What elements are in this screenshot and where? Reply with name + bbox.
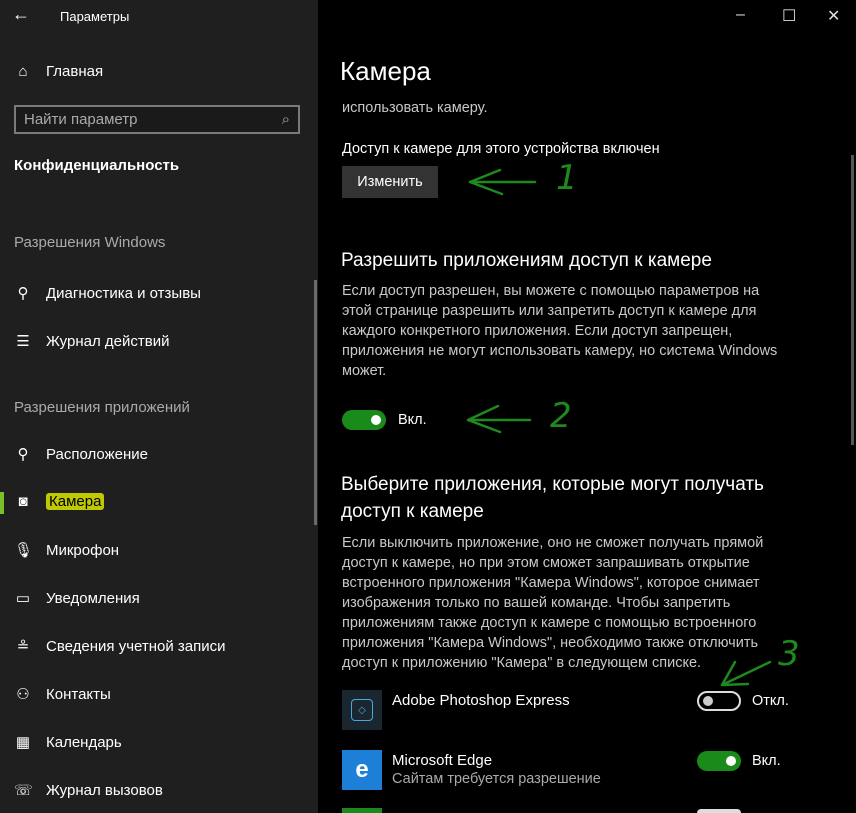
- sidebar-item-contacts[interactable]: ⚇ Контакты: [14, 685, 111, 704]
- search-icon: ⌕: [281, 111, 290, 128]
- app-subtext: Сайтам требуется разрешение: [392, 771, 601, 787]
- sidebar-item-camera[interactable]: ◙ Камера: [14, 493, 105, 510]
- sidebar-item-diagnostics[interactable]: ⚲ Диагностика и отзывы: [14, 284, 201, 303]
- microphone-icon: 🎙︎: [14, 542, 34, 559]
- feedback-icon: ⚲: [17, 285, 29, 302]
- allow-toggle-label: Вкл.: [398, 412, 427, 428]
- sidebar-item-activity[interactable]: ☰ Журнал действий: [14, 332, 170, 351]
- item-label: Диагностика и отзывы: [46, 284, 201, 302]
- item-label: Камера: [46, 493, 105, 510]
- app-name: Adobe Photoshop Express: [392, 692, 570, 709]
- sidebar-item-microphone[interactable]: 🎙︎ Микрофон: [14, 541, 120, 560]
- annotation-1: 1: [556, 158, 578, 198]
- sidebar-item-call-history[interactable]: ☏ Журнал вызовов: [14, 781, 163, 800]
- group-windows: Разрешения Windows: [14, 234, 166, 251]
- item-label: Журнал вызовов: [46, 781, 163, 799]
- allow-heading: Разрешить приложениям доступ к камере: [341, 250, 712, 271]
- photoshop-toggle[interactable]: [697, 691, 741, 711]
- annotation-3: 3: [778, 634, 800, 674]
- home-label: Главная: [46, 63, 104, 80]
- device-status: Доступ к камере для этого устройства вкл…: [342, 141, 660, 157]
- next-app-icon: [342, 808, 382, 813]
- edge-icon: e: [342, 750, 382, 790]
- item-label: Сведения учетной записи: [46, 637, 226, 655]
- item-label: Календарь: [46, 733, 122, 751]
- camera-icon: ◙: [18, 493, 28, 510]
- sidebar-home[interactable]: ⌂ Главная: [14, 63, 103, 80]
- page-title: Камера: [340, 56, 431, 86]
- item-label: Контакты: [46, 685, 111, 703]
- maximize-button[interactable]: ☐: [782, 6, 796, 26]
- search-placeholder: Найти параметр: [24, 111, 138, 128]
- next-app-toggle[interactable]: [697, 809, 741, 813]
- item-label: Микрофон: [46, 541, 120, 559]
- contacts-icon: ⚇: [16, 686, 30, 703]
- selection-indicator: [0, 492, 4, 514]
- account-info-icon: ≗: [16, 638, 30, 655]
- section-title: Конфиденциальность: [14, 157, 180, 174]
- allow-text: Если доступ разрешен, вы можете с помощь…: [342, 283, 778, 379]
- choose-heading: Выберите приложения, которые могут получ…: [341, 474, 764, 522]
- call-history-icon: ☏: [14, 782, 33, 799]
- photoshop-toggle-label: Откл.: [752, 693, 789, 709]
- activity-icon: ☰: [16, 333, 30, 350]
- sidebar-item-notifications[interactable]: ▭ Уведомления: [14, 589, 140, 608]
- sidebar-item-account-info[interactable]: ≗ Сведения учетной записи: [14, 637, 226, 656]
- minimize-button[interactable]: –: [736, 6, 745, 24]
- item-label: Уведомления: [46, 589, 140, 607]
- annotation-2: 2: [550, 396, 572, 436]
- sidebar-scrollbar[interactable]: [314, 280, 317, 525]
- calendar-icon: ▦: [15, 734, 31, 751]
- item-label: Журнал действий: [46, 332, 170, 350]
- group-apps: Разрешения приложений: [14, 399, 190, 416]
- choose-text: Если выключить приложение, оно не сможет…: [342, 535, 764, 671]
- change-button[interactable]: Изменить: [342, 166, 438, 198]
- search-input[interactable]: Найти параметр ⌕: [14, 105, 300, 134]
- window-title: Параметры: [60, 9, 130, 24]
- sidebar: ← Параметры ⌂ Главная Найти параметр ⌕ Кон…: [0, 0, 318, 813]
- home-icon: ⌂: [18, 63, 28, 80]
- edge-toggle[interactable]: [697, 751, 741, 771]
- app-name: Microsoft Edge: [392, 752, 493, 769]
- location-icon: ⚲: [17, 446, 29, 463]
- item-label: Расположение: [46, 445, 148, 463]
- main-scrollbar[interactable]: [851, 155, 854, 445]
- allow-toggle[interactable]: [342, 410, 386, 430]
- notifications-icon: ▭: [15, 590, 31, 607]
- sidebar-item-location[interactable]: ⚲ Расположение: [14, 445, 148, 464]
- back-arrow-icon[interactable]: ←: [12, 4, 30, 25]
- sidebar-item-calendar[interactable]: ▦ Календарь: [14, 733, 122, 752]
- edge-toggle-label: Вкл.: [752, 753, 781, 769]
- cut-text: использовать камеру.: [342, 100, 488, 116]
- photoshop-express-icon: ◇: [342, 690, 382, 730]
- close-button[interactable]: ✕: [827, 6, 840, 26]
